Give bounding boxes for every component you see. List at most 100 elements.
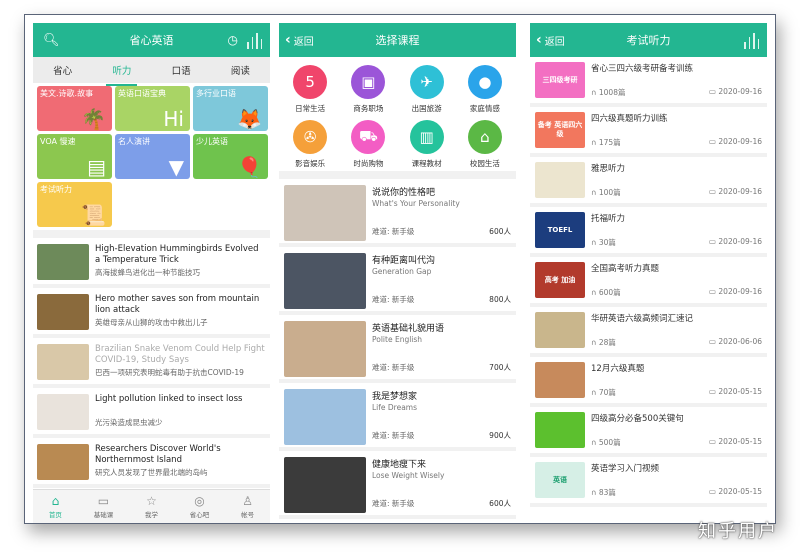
news-item[interactable]: Brazilian Snake Venom Could Help Fight C… [33,338,270,388]
category-0[interactable]: 5 日常生活 [281,65,339,114]
exam-item[interactable]: 三四级考研 省心三四六级考研备考训练 ∩ 1008篇 ▭ 2020-09-16 [530,57,767,107]
date-text: 2020-05-15 [718,487,762,496]
exam-item[interactable]: 高考 加油 全国高考听力真题 ∩ 600篇 ▭ 2020-09-16 [530,257,767,307]
episode-count-text: 30篇 [598,238,616,247]
tabbar-label: 帐号 [241,510,255,519]
tile-3[interactable]: VOA 慢速 ▤ [37,134,112,179]
news-text: Brazilian Snake Venom Could Help Fight C… [95,344,266,378]
episode-count: ∩ 30篇 [591,237,616,248]
learner-count: 600人 [489,499,511,508]
calendar-icon: ▭ [708,87,719,96]
calendar-icon: ▭ [708,437,719,446]
episode-count: ∩ 28篇 [591,337,616,348]
course-meta: 难道: 新手级 700人 [372,362,511,373]
tabbar-label: 我学 [144,510,158,519]
exam-meta: ∩ 100篇 ▭ 2020-09-16 [591,187,762,198]
course-item[interactable]: 英语基础礼貌用语 Polite English 难道: 新手级 700人 [279,315,516,383]
news-item[interactable]: Light pollution linked to insect loss 光污染… [33,388,270,438]
course-title-cn: 有种距离叫代沟 [372,256,436,266]
tabbar-item-2[interactable]: ☆ 我学 [145,495,158,519]
exam-item[interactable]: 备考 英语四六级 四六级真题听力训练 ∩ 175篇 ▭ 2020-09-16 [530,107,767,157]
news-title-en: Hero mother saves son from mountain lion… [95,294,260,315]
calendar-icon: ▭ [708,487,719,496]
exam-thumbnail [535,162,585,198]
tile-6[interactable]: 考试听力 📜 [37,182,112,227]
book-icon: ▥ [409,120,444,154]
tab-2[interactable]: 口语 [166,59,197,81]
tab-0[interactable]: 省心 [47,59,78,81]
diploma-icon: 📜 [81,203,106,227]
course-item[interactable]: 健康地瘦下来 Lose Weight Wisely 难道: 新手级 600人 [279,451,516,519]
tabbar-item-0[interactable]: ⌂ 首页 [49,495,62,519]
news-title-cn: 高海拔蜂鸟进化出一种节能技巧 [95,268,200,277]
exam-thumbnail: 高考 加油 [535,262,585,298]
category-label: 商务职场 [353,104,384,113]
tile-4[interactable]: 名人演讲 ▼ [115,134,190,179]
headphones-icon: ∩ [591,88,599,97]
news-title-en: Researchers Discover World's Northernmos… [95,444,221,465]
audio-bars-icon[interactable] [744,23,759,57]
news-item[interactable]: Researchers Discover World's Northernmos… [33,438,270,488]
exam-thumbnail: 英语 [535,462,585,498]
course-item[interactable]: 我是梦想家 Life Dreams 难道: 新手级 900人 [279,383,516,451]
headphones-icon: ∩ [591,238,599,247]
category-6[interactable]: ▥ 课程教材 [398,120,456,169]
search-icon[interactable]: 🔍︎ [43,23,60,57]
calendar-icon: ▭ [708,187,719,196]
episode-count-text: 1008篇 [598,88,626,97]
tile-0[interactable]: 美文.诗歌.故事 🌴 [37,86,112,131]
audio-bars-icon[interactable] [247,23,262,57]
exam-meta: ∩ 70篇 ▭ 2020-05-15 [591,387,762,398]
app-header: 🔍︎ 省心英语 ◷ [33,23,270,57]
exam-meta: ∩ 83篇 ▭ 2020-05-15 [591,487,762,498]
category-2[interactable]: ✈ 出国旅游 [398,65,456,114]
tile-1[interactable]: 英语口语宝典 Hi [115,86,190,131]
exam-item[interactable]: 12月六级真题 ∩ 70篇 ▭ 2020-05-15 [530,357,767,407]
course-body: 有种距离叫代沟 Generation Gap 难道: 新手级 800人 [372,253,511,305]
headphones-icon: ∩ [591,188,599,197]
category-1[interactable]: ▣ 商务职场 [339,65,397,114]
date-text: 2020-09-16 [718,287,762,296]
back-button[interactable]: ‹ 返回 [285,23,314,57]
exam-meta: ∩ 28篇 ▭ 2020-06-06 [591,337,762,348]
tabbar-item-1[interactable]: ▭ 基础课 [94,495,114,519]
back-button[interactable]: ‹ 返回 [536,23,565,57]
category-4[interactable]: ✇ 影音娱乐 [281,120,339,169]
news-item[interactable]: Hero mother saves son from mountain lion… [33,288,270,338]
exam-body: 英语学习入门视频 ∩ 83篇 ▭ 2020-05-15 [591,462,762,498]
exam-header: ‹ 返回 考试听力 [530,23,767,57]
news-item[interactable]: High-Elevation Hummingbirds Evolved a Te… [33,238,270,288]
hi-bubble-icon: Hi [163,107,184,131]
calendar-icon: ▭ [708,287,719,296]
home-icon: ⌂ [51,493,60,508]
category-7[interactable]: ⌂ 校园生活 [456,120,514,169]
course-body: 健康地瘦下来 Lose Weight Wisely 难道: 新手级 600人 [372,457,511,509]
tile-5[interactable]: 少儿英语 🎈 [193,134,268,179]
exam-item[interactable]: 英语 英语学习入门视频 ∩ 83篇 ▭ 2020-05-15 [530,457,767,507]
tab-3[interactable]: 阅读 [225,59,256,81]
course-item[interactable]: 说说你的性格吧 What's Your Personality 难道: 新手级 600… [279,179,516,247]
watermark: 知乎用户 [698,521,778,542]
exam-item[interactable]: 四级高分必备500关键句 ∩ 500篇 ▭ 2020-05-15 [530,407,767,457]
exam-item[interactable]: TOEFL 托福听力 ∩ 30篇 ▭ 2020-09-16 [530,207,767,257]
back-label: 返回 [544,36,565,48]
headphones-icon: ∩ [591,138,599,147]
exam-item[interactable]: 华研英语六级高频词汇速记 ∩ 28篇 ▭ 2020-06-06 [530,307,767,357]
exam-meta: ∩ 500篇 ▭ 2020-05-15 [591,437,762,448]
tile-2[interactable]: 多行业口语 🦊 [193,86,268,131]
course-title-cn: 健康地瘦下来 [372,460,427,470]
learner-count: 800人 [489,295,511,304]
exam-item[interactable]: 雅思听力 ∩ 100篇 ▭ 2020-09-16 [530,157,767,207]
tab-1[interactable]: 听力 [106,59,138,86]
tile-label: 美文.诗歌.故事 [40,89,94,98]
category-3[interactable]: ● 家庭情感 [456,65,514,114]
history-icon[interactable]: ◷ [228,23,238,57]
tabbar-item-3[interactable]: ◎ 省心吧 [190,495,210,519]
episode-count: ∩ 600篇 [591,287,621,298]
tabbar-item-4[interactable]: ♙ 帐号 [241,495,254,519]
news-text: Hero mother saves son from mountain lion… [95,294,266,328]
course-item[interactable]: 有种距离叫代沟 Generation Gap 难道: 新手级 800人 [279,247,516,315]
news-thumbnail [37,294,89,330]
update-date: ▭ 2020-09-16 [709,187,762,198]
category-5[interactable]: ⛟ 时尚购物 [339,120,397,169]
